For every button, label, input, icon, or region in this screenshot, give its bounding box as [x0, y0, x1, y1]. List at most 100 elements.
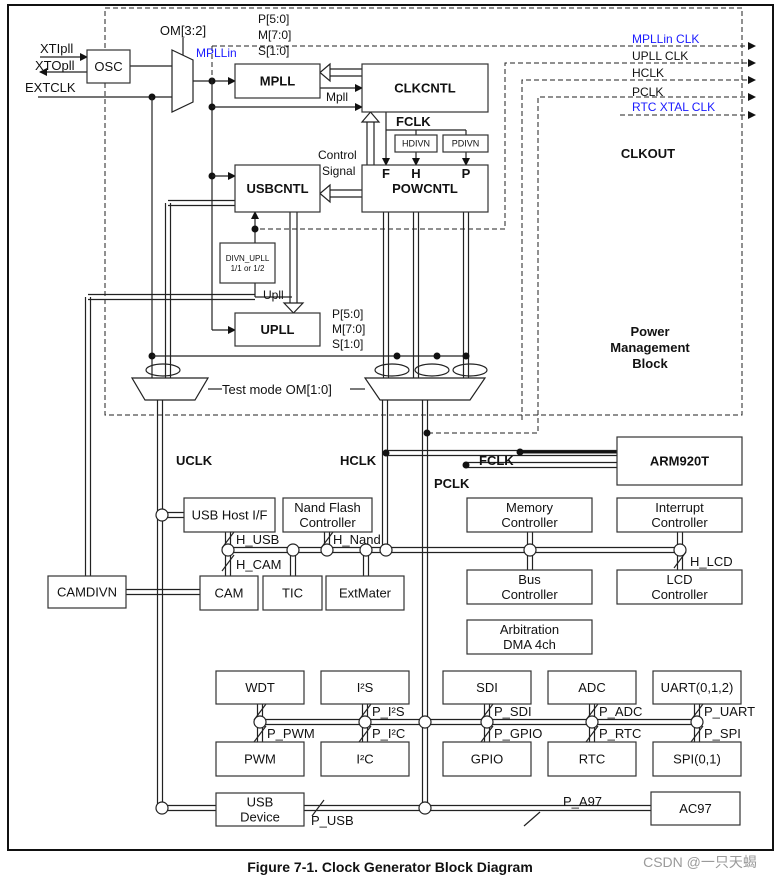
block-label: CAMDIVN — [57, 585, 117, 600]
label-bus-labels-h-cam: H_CAM — [236, 557, 282, 572]
label-signals-s10: S[1:0] — [258, 44, 289, 58]
block-label: Controller — [501, 587, 558, 602]
block-label: I²C — [356, 752, 373, 767]
block-label: DMA 4ch — [503, 637, 556, 652]
label-signals-om32: OM[3:2] — [160, 23, 206, 38]
clock-gate-ellipse — [374, 363, 410, 377]
block-lcd: LCDController — [616, 569, 743, 605]
label-clkout-list-0: MPLLin CLK — [632, 32, 699, 46]
block-usbcntl: USBCNTL — [234, 164, 321, 213]
label-signals-pclk: PCLK — [434, 476, 470, 491]
block-label: LCD — [666, 572, 692, 587]
block-label: AC97 — [679, 801, 712, 816]
label-signals-fclk: FCLK — [396, 114, 431, 129]
om32-mux — [171, 49, 194, 113]
block-bus: BusController — [466, 569, 593, 605]
label-bus-labels-h-lcd: H_LCD — [690, 554, 733, 569]
label-signals-p: P — [462, 166, 471, 181]
block-dma: ArbitrationDMA 4ch — [466, 619, 593, 655]
label-signals-upll-out: Upll — [263, 288, 284, 302]
outer-frame — [7, 4, 774, 851]
block-label: SPI(0,1) — [673, 752, 721, 767]
label-bus-labels-p-gpio: P_GPIO — [494, 726, 542, 741]
label-pmb-2: Block — [632, 356, 668, 371]
block-label: USB Host I/F — [192, 508, 268, 523]
label-clkout-list-2: HCLK — [632, 66, 664, 80]
block-label: Device — [240, 810, 280, 825]
block-label: CAM — [215, 586, 244, 601]
system-clock-test-mux — [363, 377, 487, 401]
upll-arrow — [282, 302, 305, 314]
block-mpll: MPLL — [234, 63, 321, 99]
block-label: CLKCNTL — [394, 81, 455, 96]
label-signals-fclk-arm: FCLK — [479, 453, 514, 468]
block-label: Controller — [651, 515, 708, 530]
label-signals-test-mode: Test mode OM[1:0] — [222, 382, 332, 397]
pms-arrow — [319, 62, 331, 83]
block-interrupt: InterruptController — [616, 497, 743, 533]
label-signals-s10: S[1:0] — [332, 337, 363, 351]
block-label: Controller — [501, 515, 558, 530]
label-bus-labels-p-i2c: P_I²C — [372, 726, 405, 741]
block-wdt: WDT — [215, 670, 305, 705]
block-usb-host: USB Host I/F — [183, 497, 276, 533]
block-usb-device: USBDevice — [215, 792, 305, 827]
block-label: OSC — [94, 59, 122, 74]
block-nand: Nand FlashController — [282, 497, 373, 533]
block-pwm: PWM — [215, 741, 305, 777]
label-signals-extclk: EXTCLK — [25, 80, 76, 95]
block-label: UPLL — [261, 322, 295, 337]
block-label: Interrupt — [655, 500, 704, 515]
label-signals-uclk: UCLK — [176, 453, 213, 468]
label-bus-labels-p-sdi: P_SDI — [494, 704, 532, 719]
label-signals-clkout: CLKOUT — [621, 146, 675, 161]
figure-caption: Figure 7-1. Clock Generator Block Diagra… — [247, 859, 533, 875]
block-label: PDIVN — [452, 139, 480, 149]
block-label: POWCNTL — [392, 181, 458, 196]
block-label: WDT — [245, 680, 275, 695]
block-sdi: SDI — [442, 670, 532, 705]
label-bus-labels-p-usb: P_USB — [311, 813, 354, 828]
block-extmater: ExtMater — [325, 575, 405, 611]
label-signals-p50: P[5:0] — [258, 12, 289, 26]
label-bus-labels-h-nand: H_Nand — [333, 532, 381, 547]
clock-gate-ellipse — [414, 363, 450, 377]
label-signals-mpllin: MPLLin — [196, 46, 237, 60]
watermark: CSDN @一只天蝎 — [643, 854, 757, 870]
block-label: SDI — [476, 680, 498, 695]
block-arm: ARM920T — [616, 436, 743, 486]
clock-gate-ellipse — [145, 363, 181, 377]
block-memory: MemoryController — [466, 497, 593, 533]
block-label: HDIVN — [402, 139, 430, 149]
bus-tap-circle — [155, 508, 169, 522]
junction-dot — [516, 448, 524, 456]
block-label: I²S — [357, 680, 374, 695]
block-divn-upll: DIVN_UPLL1/1 or 1/2 — [219, 242, 276, 284]
block-label: RTC — [579, 752, 605, 767]
block-osc: OSC — [86, 49, 131, 84]
label-bus-labels-p-spi: P_SPI — [704, 726, 741, 741]
block-spi: SPI(0,1) — [652, 741, 742, 777]
block-pdivn: PDIVN — [442, 134, 489, 153]
label-signals-p50: P[5:0] — [332, 307, 363, 321]
label-clkout-list-1: UPLL CLK — [632, 49, 688, 63]
bus-tap-circle — [379, 543, 393, 557]
diagram-canvas: OSC MPLL CLKCNTL HDIVN PDIVN POWCNTL USBCNTL DI… — [7, 4, 774, 875]
block-label: Controller — [299, 515, 356, 530]
block-label: USBCNTL — [246, 181, 308, 196]
clock-gate-ellipse — [452, 363, 488, 377]
junction-dot — [382, 449, 390, 457]
block-upll: UPLL — [234, 312, 321, 347]
block-label: DIVN_UPLL — [226, 254, 270, 263]
label-clkout-list-4: RTC XTAL CLK — [632, 100, 715, 114]
block-label: Nand Flash — [294, 500, 360, 515]
block-label: ExtMater — [339, 586, 392, 601]
label-signals-mpll-out: Mpll — [326, 90, 348, 104]
block-label: MPLL — [260, 74, 295, 89]
block-label: Controller — [651, 587, 708, 602]
label-bus-labels-p-rtc: P_RTC — [599, 726, 641, 741]
junction-dot — [462, 352, 470, 360]
junction-dot — [251, 225, 259, 233]
block-label: ADC — [578, 680, 605, 695]
block-hdivn: HDIVN — [394, 134, 438, 153]
